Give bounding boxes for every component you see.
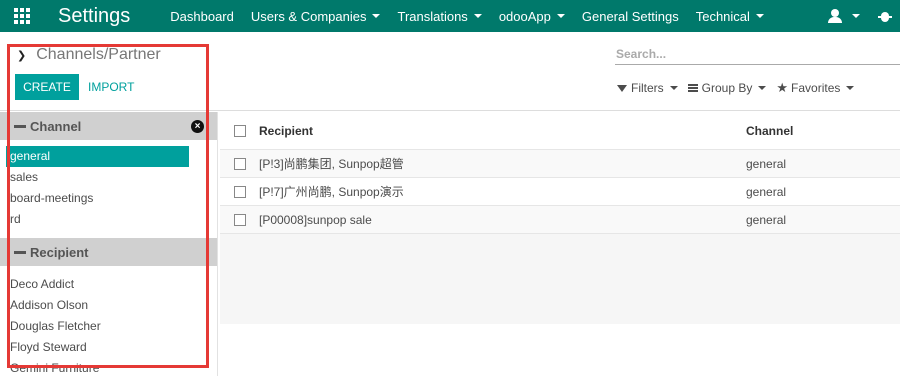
menu-general-settings-label: General Settings [581, 8, 679, 24]
cell-channel: general [746, 184, 787, 199]
row-checkbox[interactable] [234, 157, 246, 170]
menu-odooapp-label: odooApp [498, 8, 551, 24]
systray [828, 0, 892, 32]
filter-icon [617, 84, 627, 92]
channel-category-label: Channel [30, 118, 82, 134]
close-icon[interactable]: × [191, 120, 204, 133]
list-header: Recipient Channel [220, 112, 900, 150]
menu-general-settings[interactable]: General Settings [582, 9, 679, 24]
main-menu: Dashboard Users & Companies Translations… [170, 0, 781, 32]
search-panel: Channel × general sales board-meetings r… [0, 112, 218, 376]
recipient-category-header[interactable]: Recipient [0, 238, 217, 266]
channel-item-rd[interactable]: rd [0, 209, 217, 230]
row-checkbox[interactable] [234, 213, 246, 226]
caret-down-icon [758, 86, 767, 90]
caret-down-icon [852, 14, 860, 18]
select-all-checkbox[interactable] [234, 124, 246, 137]
menu-translations-label: Translations [397, 8, 468, 24]
app-title[interactable]: Settings [58, 5, 130, 28]
cell-recipient: [P00008]sunpop sale [259, 212, 372, 227]
apps-grid-icon[interactable] [10, 4, 34, 28]
recipient-item[interactable]: Deco Addict [0, 274, 217, 295]
collapse-icon [14, 124, 26, 128]
top-navbar: Settings Dashboard Users & Companies Tra… [0, 0, 900, 32]
group-by-icon [687, 84, 698, 92]
cell-channel: general [746, 156, 787, 171]
star-icon: ★ [776, 80, 789, 95]
breadcrumb: ❯ Channels/Partner [17, 46, 161, 64]
caret-down-icon [755, 14, 764, 18]
control-panel: ❯ Channels/Partner CREATE IMPORT Filters… [0, 32, 900, 111]
channel-item-sales[interactable]: sales [0, 167, 217, 188]
group-by-label: Group By [701, 81, 753, 95]
menu-technical-label: Technical [695, 8, 750, 24]
collapse-icon [14, 250, 26, 254]
recipient-item[interactable]: Douglas Fletcher [0, 316, 217, 337]
column-recipient[interactable]: Recipient [259, 124, 746, 138]
list-body: [P!3]尚鹏集团, Sunpop超管 general [P!7]广州尚鹏, S… [220, 150, 900, 234]
row-checkbox[interactable] [234, 185, 246, 198]
menu-users-companies-label: Users & Companies [250, 8, 367, 24]
menu-translations[interactable]: Translations [397, 8, 482, 24]
column-channel[interactable]: Channel [746, 124, 896, 138]
recipient-item[interactable]: Addison Olson [0, 295, 217, 316]
filters-dropdown[interactable]: Filters [617, 81, 678, 95]
cell-recipient: [P!7]广州尚鹏, Sunpop演示 [259, 185, 404, 199]
cell-channel: general [746, 212, 787, 227]
menu-odooapp[interactable]: odooApp [499, 9, 565, 24]
channel-item-general[interactable]: general [6, 146, 189, 167]
favorites-dropdown[interactable]: ★ Favorites [776, 80, 855, 96]
table-row[interactable]: [P00008]sunpop sale general [220, 206, 900, 234]
search-input[interactable] [615, 43, 900, 65]
menu-dashboard[interactable]: Dashboard [170, 9, 234, 24]
recipient-item[interactable]: Floyd Steward [0, 337, 217, 358]
user-icon [828, 9, 842, 23]
caret-down-icon [846, 86, 855, 90]
table-row[interactable]: [P!3]尚鹏集团, Sunpop超管 general [220, 150, 900, 178]
user-menu[interactable] [828, 9, 860, 23]
favorites-label: Favorites [791, 81, 841, 95]
filters-label: Filters [631, 81, 664, 95]
menu-dashboard-label: Dashboard [170, 8, 234, 24]
breadcrumb-title: Channels/Partner [36, 46, 161, 63]
menu-users-companies[interactable]: Users & Companies [251, 9, 381, 24]
caret-down-icon [669, 86, 678, 90]
recipient-category-label: Recipient [30, 244, 89, 260]
channel-category-header[interactable]: Channel × [0, 112, 217, 140]
caret-down-icon [556, 14, 565, 18]
import-button[interactable]: IMPORT [88, 74, 134, 100]
table-row[interactable]: [P!7]广州尚鹏, Sunpop演示 general [220, 178, 900, 206]
list-empty-area [220, 234, 900, 324]
create-button[interactable]: CREATE [15, 74, 79, 100]
chevron-down-icon[interactable]: ❯ [17, 49, 26, 62]
caret-down-icon [372, 14, 381, 18]
search-options: Filters Group By ★ Favorites [617, 80, 864, 96]
recipient-item[interactable]: Gemini Furniture [0, 358, 217, 376]
bug-icon[interactable] [878, 9, 892, 23]
caret-down-icon [473, 14, 482, 18]
channel-item-board-meetings[interactable]: board-meetings [0, 188, 217, 209]
group-by-dropdown[interactable]: Group By [687, 81, 767, 95]
cell-recipient: [P!3]尚鹏集团, Sunpop超管 [259, 157, 404, 171]
menu-technical[interactable]: Technical [696, 9, 764, 24]
list-view: Recipient Channel [P!3]尚鹏集团, Sunpop超管 ge… [220, 112, 900, 324]
